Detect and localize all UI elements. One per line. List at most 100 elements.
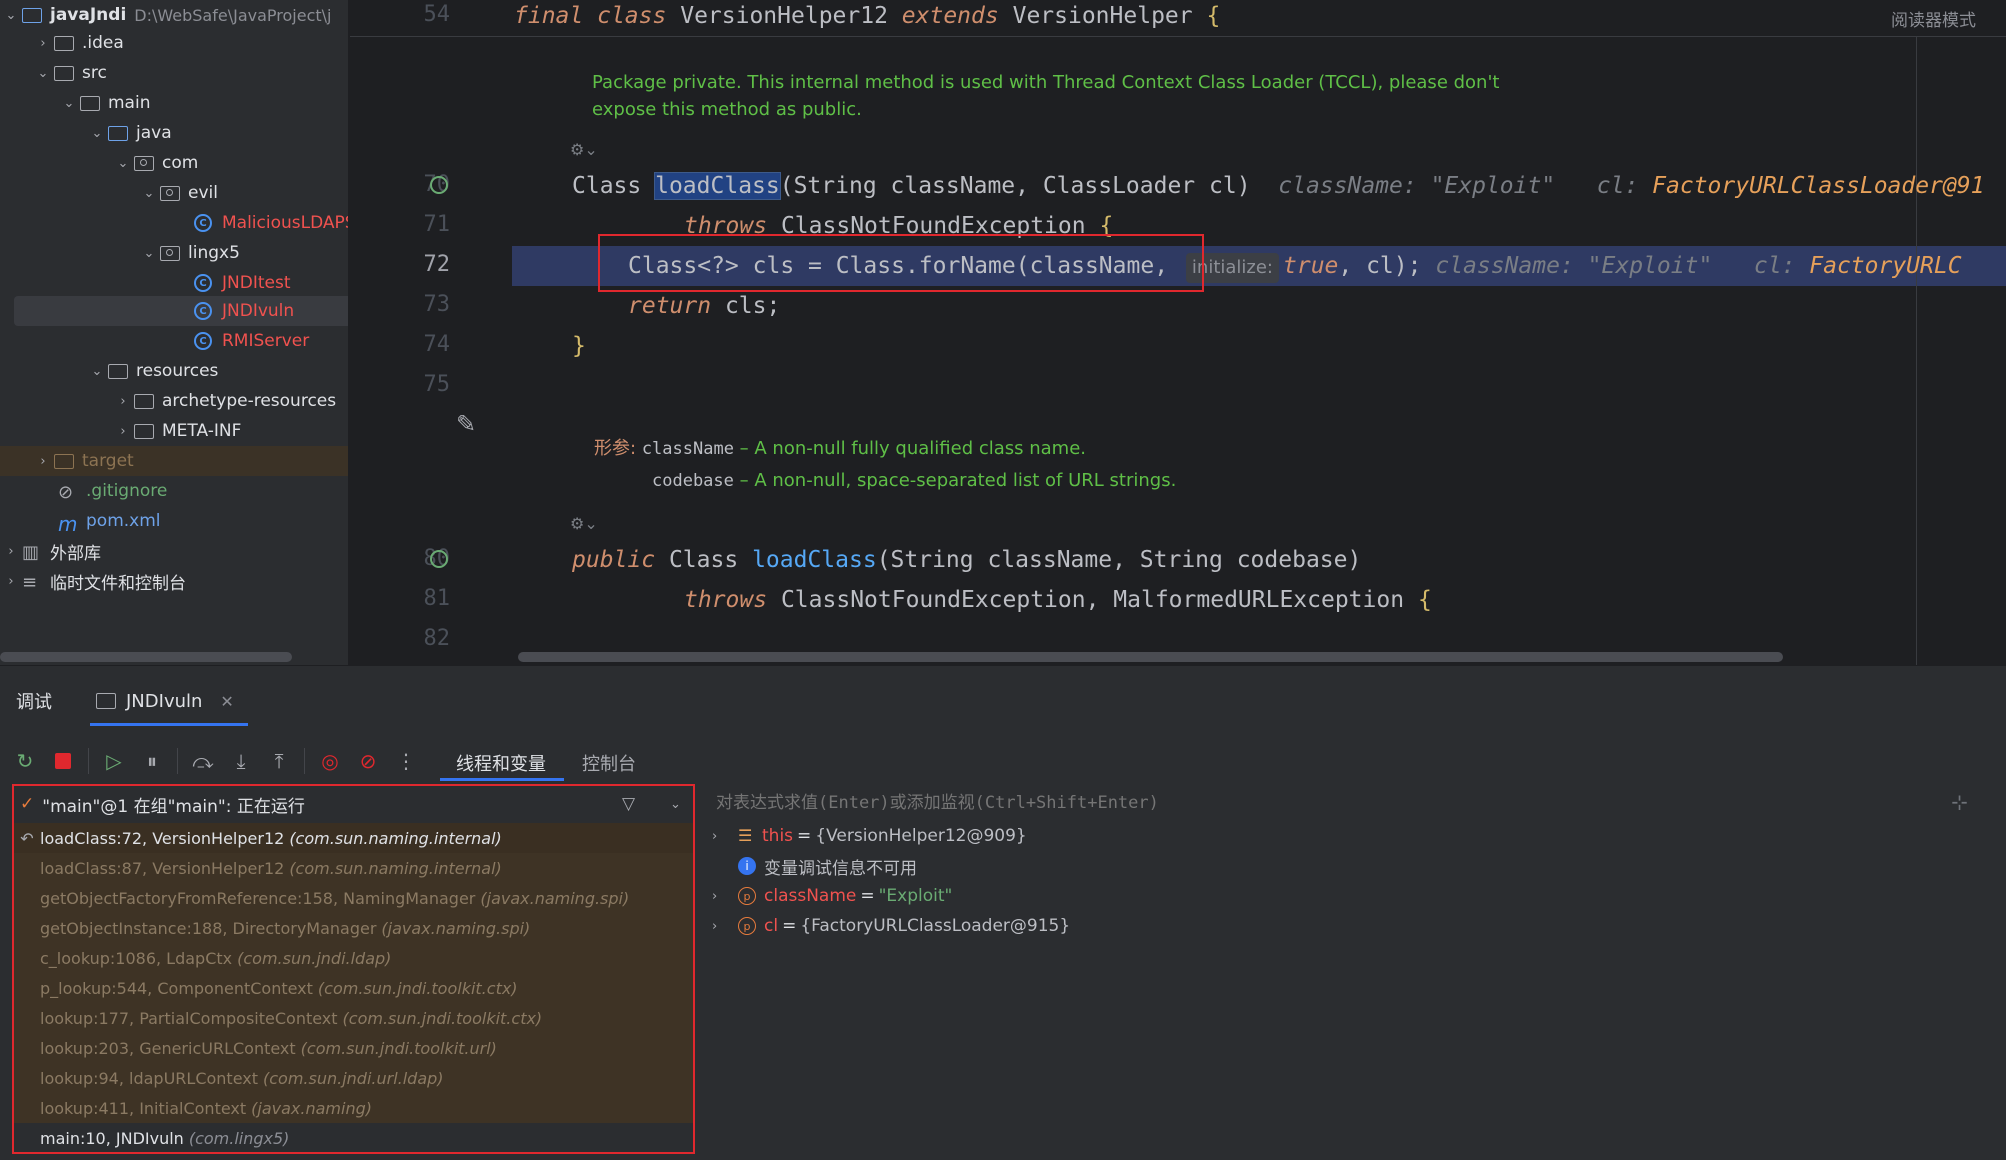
tree-item-meta-inf[interactable]: › META-INF <box>0 416 348 446</box>
tree-item-src[interactable]: ⌄ src <box>0 58 348 88</box>
stack-frame[interactable]: main:10, JNDIvuln (com.lingx5) <box>14 1123 693 1152</box>
stack-frame[interactable]: getObjectFactoryFromReference:158, Namin… <box>14 883 693 913</box>
variable-eq: = <box>860 886 875 906</box>
stop-icon[interactable] <box>50 748 76 774</box>
tree-item-pom[interactable]: m pom.xml <box>0 506 348 536</box>
view-breakpoints-icon[interactable]: ◎ <box>317 748 343 774</box>
tree-item-class[interactable]: C JNDItest <box>0 268 348 298</box>
variable-this[interactable]: › ☰ this = {VersionHelper12@909} <box>712 821 1027 851</box>
variable-cl[interactable]: › p cl = {FactoryURLClassLoader@915} <box>712 911 1070 941</box>
resume-icon[interactable]: ▷ <box>101 748 127 774</box>
mute-breakpoints-icon[interactable]: ⊘ <box>355 748 381 774</box>
stack-frame[interactable]: getObjectInstance:188, DirectoryManager(… <box>14 913 693 943</box>
frame-package: (com.sun.jndi.toolkit.ctx) <box>342 1008 543 1028</box>
doc-toggle-icon[interactable]: ⚙⌄ <box>570 514 598 533</box>
stack-frame[interactable]: p_lookup:544, ComponentContext (com.sun.j… <box>14 973 693 1003</box>
method-name[interactable]: loadClass <box>752 547 877 573</box>
tree-item-gitignore[interactable]: ⊘ .gitignore <box>0 476 348 506</box>
stack-frame[interactable]: lookup:203, GenericURLContext (com.sun.jn… <box>14 1033 693 1063</box>
chevron-down-icon[interactable]: ⌄ <box>86 126 108 141</box>
chevron-down-icon[interactable]: ⌄ <box>138 186 160 201</box>
filter-icon[interactable]: ▽ <box>622 794 635 814</box>
evaluate-expression-input[interactable] <box>714 784 1978 822</box>
pause-icon[interactable]: ⏸ <box>139 748 165 774</box>
chevron-right-icon[interactable]: › <box>0 544 22 559</box>
override-icon[interactable] <box>430 176 448 194</box>
chevron-right-icon[interactable]: › <box>712 829 738 844</box>
chevron-right-icon[interactable]: › <box>32 36 54 51</box>
tree-item-target[interactable]: › target <box>0 446 348 476</box>
tree-item-label: com <box>162 153 199 173</box>
tree-item-label: RMIServer <box>222 331 310 351</box>
stack-frame[interactable]: lookup:94, ldapURLContext (com.sun.jndi.u… <box>14 1063 693 1093</box>
code-line-74[interactable]: } <box>572 326 586 366</box>
rerun-icon[interactable]: ↻ <box>12 748 38 774</box>
tab-console[interactable]: 控制台 <box>582 750 636 776</box>
tree-item-label: JNDIvuln <box>222 301 295 321</box>
line-number: 72 <box>423 252 451 277</box>
reader-mode-toggle[interactable]: 阅读器模式 <box>1891 6 1976 31</box>
tree-item-external-libs[interactable]: › ▥ 外部库 <box>0 536 348 566</box>
frame-method: loadClass:72, VersionHelper12 <box>40 828 285 848</box>
chevron-down-icon[interactable]: ⌄ <box>32 66 54 81</box>
chevron-right-icon[interactable]: › <box>712 889 738 904</box>
stack-frame[interactable]: loadClass:87, VersionHelper12 (com.sun.na… <box>14 853 693 883</box>
step-into-icon[interactable]: ⤓ <box>228 748 254 774</box>
variable-value: "Exploit" <box>878 886 953 906</box>
chevron-down-icon[interactable]: ⌄ <box>58 96 80 111</box>
tree-item-resources[interactable]: ⌄ resources <box>0 356 348 386</box>
method-name[interactable]: loadClass <box>654 172 781 200</box>
thread-selector[interactable]: ✓ "main"@1 在组"main": 正在运行 ▽ ⌄ <box>14 786 693 822</box>
code-line-70[interactable]: Class loadClass(String className, ClassL… <box>572 166 1985 206</box>
code-editor[interactable]: 阅读器模式 54 70 71 72 73 74 75 80 81 82 ✎ ⚙⌄… <box>350 0 2006 665</box>
variable-eq: = <box>782 916 797 936</box>
chevron-down-icon[interactable]: ⌄ <box>0 8 22 23</box>
tree-item-com[interactable]: ⌄ com <box>0 148 348 178</box>
chevron-right-icon[interactable]: › <box>712 919 738 934</box>
tree-item-module[interactable]: ⌄ javaJndi D:\WebSafe\JavaProject\j <box>0 0 348 30</box>
chevron-right-icon[interactable]: › <box>112 394 134 409</box>
code-line-80[interactable]: public Class loadClass(String className,… <box>572 540 1361 580</box>
code-line-73[interactable]: return cls; <box>628 286 780 326</box>
tree-item-class[interactable]: C RMIServer <box>0 326 348 356</box>
code-line-54[interactable]: final class VersionHelper12 extends Vers… <box>514 0 1220 36</box>
tree-item-label: 临时文件和控制台 <box>50 573 186 594</box>
stack-frame[interactable]: lookup:177, PartialCompositeContext (com.… <box>14 1003 693 1033</box>
editor-hscrollbar[interactable] <box>518 652 1783 662</box>
chevron-right-icon[interactable]: › <box>0 574 22 589</box>
add-watch-icon[interactable]: ⊹ <box>1951 790 1968 814</box>
tree-item-idea[interactable]: › .idea <box>0 28 348 58</box>
more-options-icon[interactable]: ⋮ <box>393 748 419 774</box>
step-over-icon[interactable]: ⤼ <box>190 748 216 774</box>
tab-threads-variables[interactable]: 线程和变量 <box>456 750 546 776</box>
keyword: extends <box>901 3 999 29</box>
tree-item-evil[interactable]: ⌄ evil <box>0 178 348 208</box>
edit-pencil-icon[interactable]: ✎ <box>456 410 476 438</box>
debug-session-tab[interactable]: JNDIvuln ✕ <box>96 678 234 724</box>
stack-frame[interactable]: lookup:411, InitialContext (javax.naming) <box>14 1093 693 1123</box>
code-line-81[interactable]: throws ClassNotFoundException, Malformed… <box>684 580 1432 620</box>
doc-toggle-icon[interactable]: ⚙⌄ <box>570 140 598 159</box>
chevron-down-icon[interactable]: ⌄ <box>112 156 134 171</box>
project-hscrollbar[interactable] <box>0 652 292 662</box>
tree-item-label: .idea <box>82 33 124 53</box>
stack-frame[interactable]: ↶ loadClass:72, VersionHelper12 (com.sun.… <box>14 823 693 853</box>
tree-item-archetype[interactable]: › archetype-resources <box>0 386 348 416</box>
tree-item-class[interactable]: C MaliciousLDAPS <box>0 208 348 238</box>
tree-item-main[interactable]: ⌄ main <box>0 88 348 118</box>
stack-frame[interactable]: c_lookup:1086, LdapCtx (com.sun.jndi.ldap… <box>14 943 693 973</box>
chevron-right-icon[interactable]: › <box>112 424 134 439</box>
step-out-icon[interactable]: ⤒ <box>266 748 292 774</box>
tree-item-java[interactable]: ⌄ java <box>0 118 348 148</box>
tree-item-class-selected[interactable]: C JNDIvuln <box>14 296 348 326</box>
tree-item-lingx5[interactable]: ⌄ lingx5 <box>0 238 348 268</box>
chevron-down-icon[interactable]: ⌄ <box>670 797 681 812</box>
override-icon[interactable] <box>430 550 448 568</box>
variable-className[interactable]: › p className = "Exploit" <box>712 881 952 911</box>
exception-type: ClassNotFoundException, MalformedURLExce… <box>780 587 1405 613</box>
chevron-down-icon[interactable]: ⌄ <box>138 246 160 261</box>
chevron-down-icon[interactable]: ⌄ <box>86 364 108 379</box>
tree-item-scratches[interactable]: › ≡ 临时文件和控制台 <box>0 566 348 596</box>
close-icon[interactable]: ✕ <box>220 692 233 711</box>
chevron-right-icon[interactable]: › <box>32 454 54 469</box>
